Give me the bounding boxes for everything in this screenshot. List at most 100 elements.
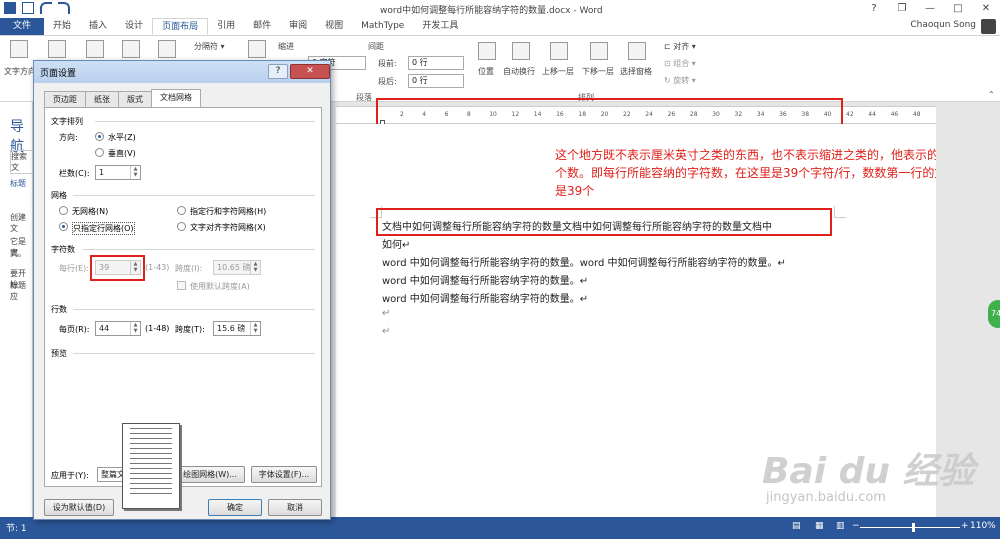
save-icon[interactable] xyxy=(22,2,34,14)
tab-developer[interactable]: 开发工具 xyxy=(413,18,467,35)
doc-line-4[interactable]: word 中如何调整每行所能容纳字符的数量。↵ xyxy=(382,272,588,287)
line-char-grid-radio[interactable] xyxy=(177,206,186,215)
read-mode-icon[interactable]: ▤ xyxy=(792,521,801,531)
bring-forward-button[interactable]: 上移一层 xyxy=(542,66,574,77)
line-char-grid-label[interactable]: 指定行和字符网格(H) xyxy=(190,206,266,217)
nav-search-input[interactable]: 搜索文 xyxy=(10,150,34,174)
font-settings-button[interactable]: 字体设置(F)... xyxy=(251,466,317,483)
redo-icon[interactable] xyxy=(58,2,70,14)
tab-home[interactable]: 开始 xyxy=(44,18,80,35)
doc-line-7[interactable]: ↵ xyxy=(382,326,390,337)
align-button[interactable]: ⊏ 对齐 ▾ xyxy=(664,41,696,52)
lines-per-page-spinner[interactable]: ▲ ▼ xyxy=(130,322,140,335)
size-icon[interactable] xyxy=(122,40,140,58)
dialog-help-button[interactable]: ? xyxy=(268,64,288,79)
separator-button[interactable]: 分隔符 ▾ xyxy=(194,41,225,52)
section-rule xyxy=(73,309,315,310)
tab-review[interactable]: 审阅 xyxy=(280,18,316,35)
tab-page-layout[interactable]: 页面布局 xyxy=(152,18,209,35)
char-pitch-field[interactable]: 10.65 磅 ▲ ▼ xyxy=(213,260,261,275)
tab-file[interactable]: 文件 xyxy=(0,18,45,35)
section-rule xyxy=(95,121,315,122)
char-pitch-spinner[interactable]: ▲ ▼ xyxy=(250,261,260,274)
floating-badge[interactable]: 74 xyxy=(988,300,1000,328)
web-layout-icon[interactable]: ▥ xyxy=(836,521,845,531)
margins-icon[interactable] xyxy=(48,40,66,58)
tab-design[interactable]: 设计 xyxy=(116,18,152,35)
maximize-button[interactable]: □ xyxy=(944,0,972,18)
print-layout-icon[interactable]: ▦ xyxy=(815,521,824,531)
send-backward-icon[interactable] xyxy=(590,42,608,60)
ok-button[interactable]: 确定 xyxy=(208,499,262,516)
selection-pane-icon[interactable] xyxy=(628,42,646,60)
bring-forward-icon[interactable] xyxy=(550,42,568,60)
wrap-text-button[interactable]: 自动换行 xyxy=(503,66,535,77)
line-pitch-spinner[interactable]: ▲ ▼ xyxy=(250,322,260,335)
cancel-button[interactable]: 取消 xyxy=(268,499,322,516)
rotate-button[interactable]: ↻ 旋转 ▾ xyxy=(664,75,696,86)
dialog-close-button[interactable]: ✕ xyxy=(290,64,330,79)
char-align-grid-label[interactable]: 文字对齐字符网格(X) xyxy=(190,222,266,233)
nav-tab-headings[interactable]: 标题 xyxy=(10,178,26,189)
ribbon-display-button[interactable]: ❐ xyxy=(888,0,916,18)
char-align-grid-radio[interactable] xyxy=(177,222,186,231)
tab-mailings[interactable]: 邮件 xyxy=(244,18,280,35)
wrap-text-icon[interactable] xyxy=(512,42,530,60)
position-icon[interactable] xyxy=(478,42,496,60)
word-logo-icon xyxy=(4,2,16,14)
vertical-label[interactable]: 垂直(V) xyxy=(108,148,136,159)
no-grid-label[interactable]: 无网格(N) xyxy=(72,206,108,217)
set-default-button[interactable]: 设为默认值(D) xyxy=(44,499,114,516)
user-name[interactable]: Chaoqun Song xyxy=(910,20,976,30)
position-button[interactable]: 位置 xyxy=(478,66,494,77)
text-direction-button[interactable]: 文字方向 xyxy=(4,66,36,77)
zoom-level[interactable]: 110% xyxy=(970,521,996,531)
tab-insert[interactable]: 插入 xyxy=(80,18,116,35)
columns-icon[interactable] xyxy=(158,40,176,58)
doc-line-5[interactable]: word 中如何调整每行所能容纳字符的数量。↵ xyxy=(382,290,588,305)
zoom-slider[interactable] xyxy=(860,527,960,528)
draw-grid-button[interactable]: 绘图网格(W)... xyxy=(175,466,245,483)
horizontal-radio[interactable] xyxy=(95,132,104,141)
tab-layout[interactable]: 版式 xyxy=(118,91,152,107)
orientation-icon[interactable] xyxy=(86,40,104,58)
line-grid-only-radio[interactable] xyxy=(59,222,68,231)
undo-icon[interactable] xyxy=(40,2,52,14)
horizontal-label[interactable]: 水平(Z) xyxy=(108,132,136,143)
default-pitch-label[interactable]: 使用默认跨度(A) xyxy=(190,281,250,292)
line-pitch-field[interactable]: 15.6 磅 ▲ ▼ xyxy=(213,321,261,336)
send-backward-button[interactable]: 下移一层 xyxy=(582,66,614,77)
doc-line-6[interactable]: ↵ xyxy=(382,308,390,319)
space-after-field[interactable]: 0 行 xyxy=(408,74,464,88)
default-pitch-checkbox[interactable] xyxy=(177,281,186,290)
tab-references[interactable]: 引用 xyxy=(208,18,244,35)
space-before-field[interactable]: 0 行 xyxy=(408,56,464,70)
dialog-title-bar[interactable]: 页面设置 ? ✕ xyxy=(34,61,330,83)
collapse-ribbon-icon[interactable]: ⌃ xyxy=(988,90,995,99)
zoom-slider-thumb[interactable] xyxy=(912,523,915,532)
doc-line-2[interactable]: 如何↵ xyxy=(382,236,410,251)
vertical-radio[interactable] xyxy=(95,148,104,157)
help-button[interactable]: ? xyxy=(860,0,888,18)
zoom-in-button[interactable]: + xyxy=(961,521,969,531)
tab-view[interactable]: 视图 xyxy=(316,18,352,35)
tab-margins[interactable]: 页边距 xyxy=(44,91,86,107)
line-grid-only-label[interactable]: 只指定行网格(O) xyxy=(72,222,135,235)
close-button[interactable]: ✕ xyxy=(972,0,1000,18)
preview-heading: 预览 xyxy=(51,349,67,358)
tab-mathtype[interactable]: MathType xyxy=(352,18,413,35)
columns-field[interactable]: 1 ▲ ▼ xyxy=(95,165,141,180)
tab-document-grid[interactable]: 文档网格 xyxy=(151,89,201,107)
section-indicator[interactable]: 节: 1 xyxy=(6,521,27,534)
selection-pane-button[interactable]: 选择窗格 xyxy=(620,66,652,77)
text-direction-icon[interactable] xyxy=(10,40,28,58)
doc-line-3[interactable]: word 中如何调整每行所能容纳字符的数量。word 中如何调整每行所能容纳字符… xyxy=(382,254,786,269)
minimize-button[interactable]: — xyxy=(916,0,944,18)
tab-paper[interactable]: 纸张 xyxy=(85,91,119,107)
no-grid-radio[interactable] xyxy=(59,206,68,215)
avatar[interactable] xyxy=(981,19,996,34)
zoom-out-button[interactable]: − xyxy=(852,521,860,531)
columns-spinner[interactable]: ▲ ▼ xyxy=(130,166,140,179)
group-button[interactable]: ⊡ 组合 ▾ xyxy=(664,58,696,69)
lines-per-page-field[interactable]: 44 ▲ ▼ xyxy=(95,321,141,336)
